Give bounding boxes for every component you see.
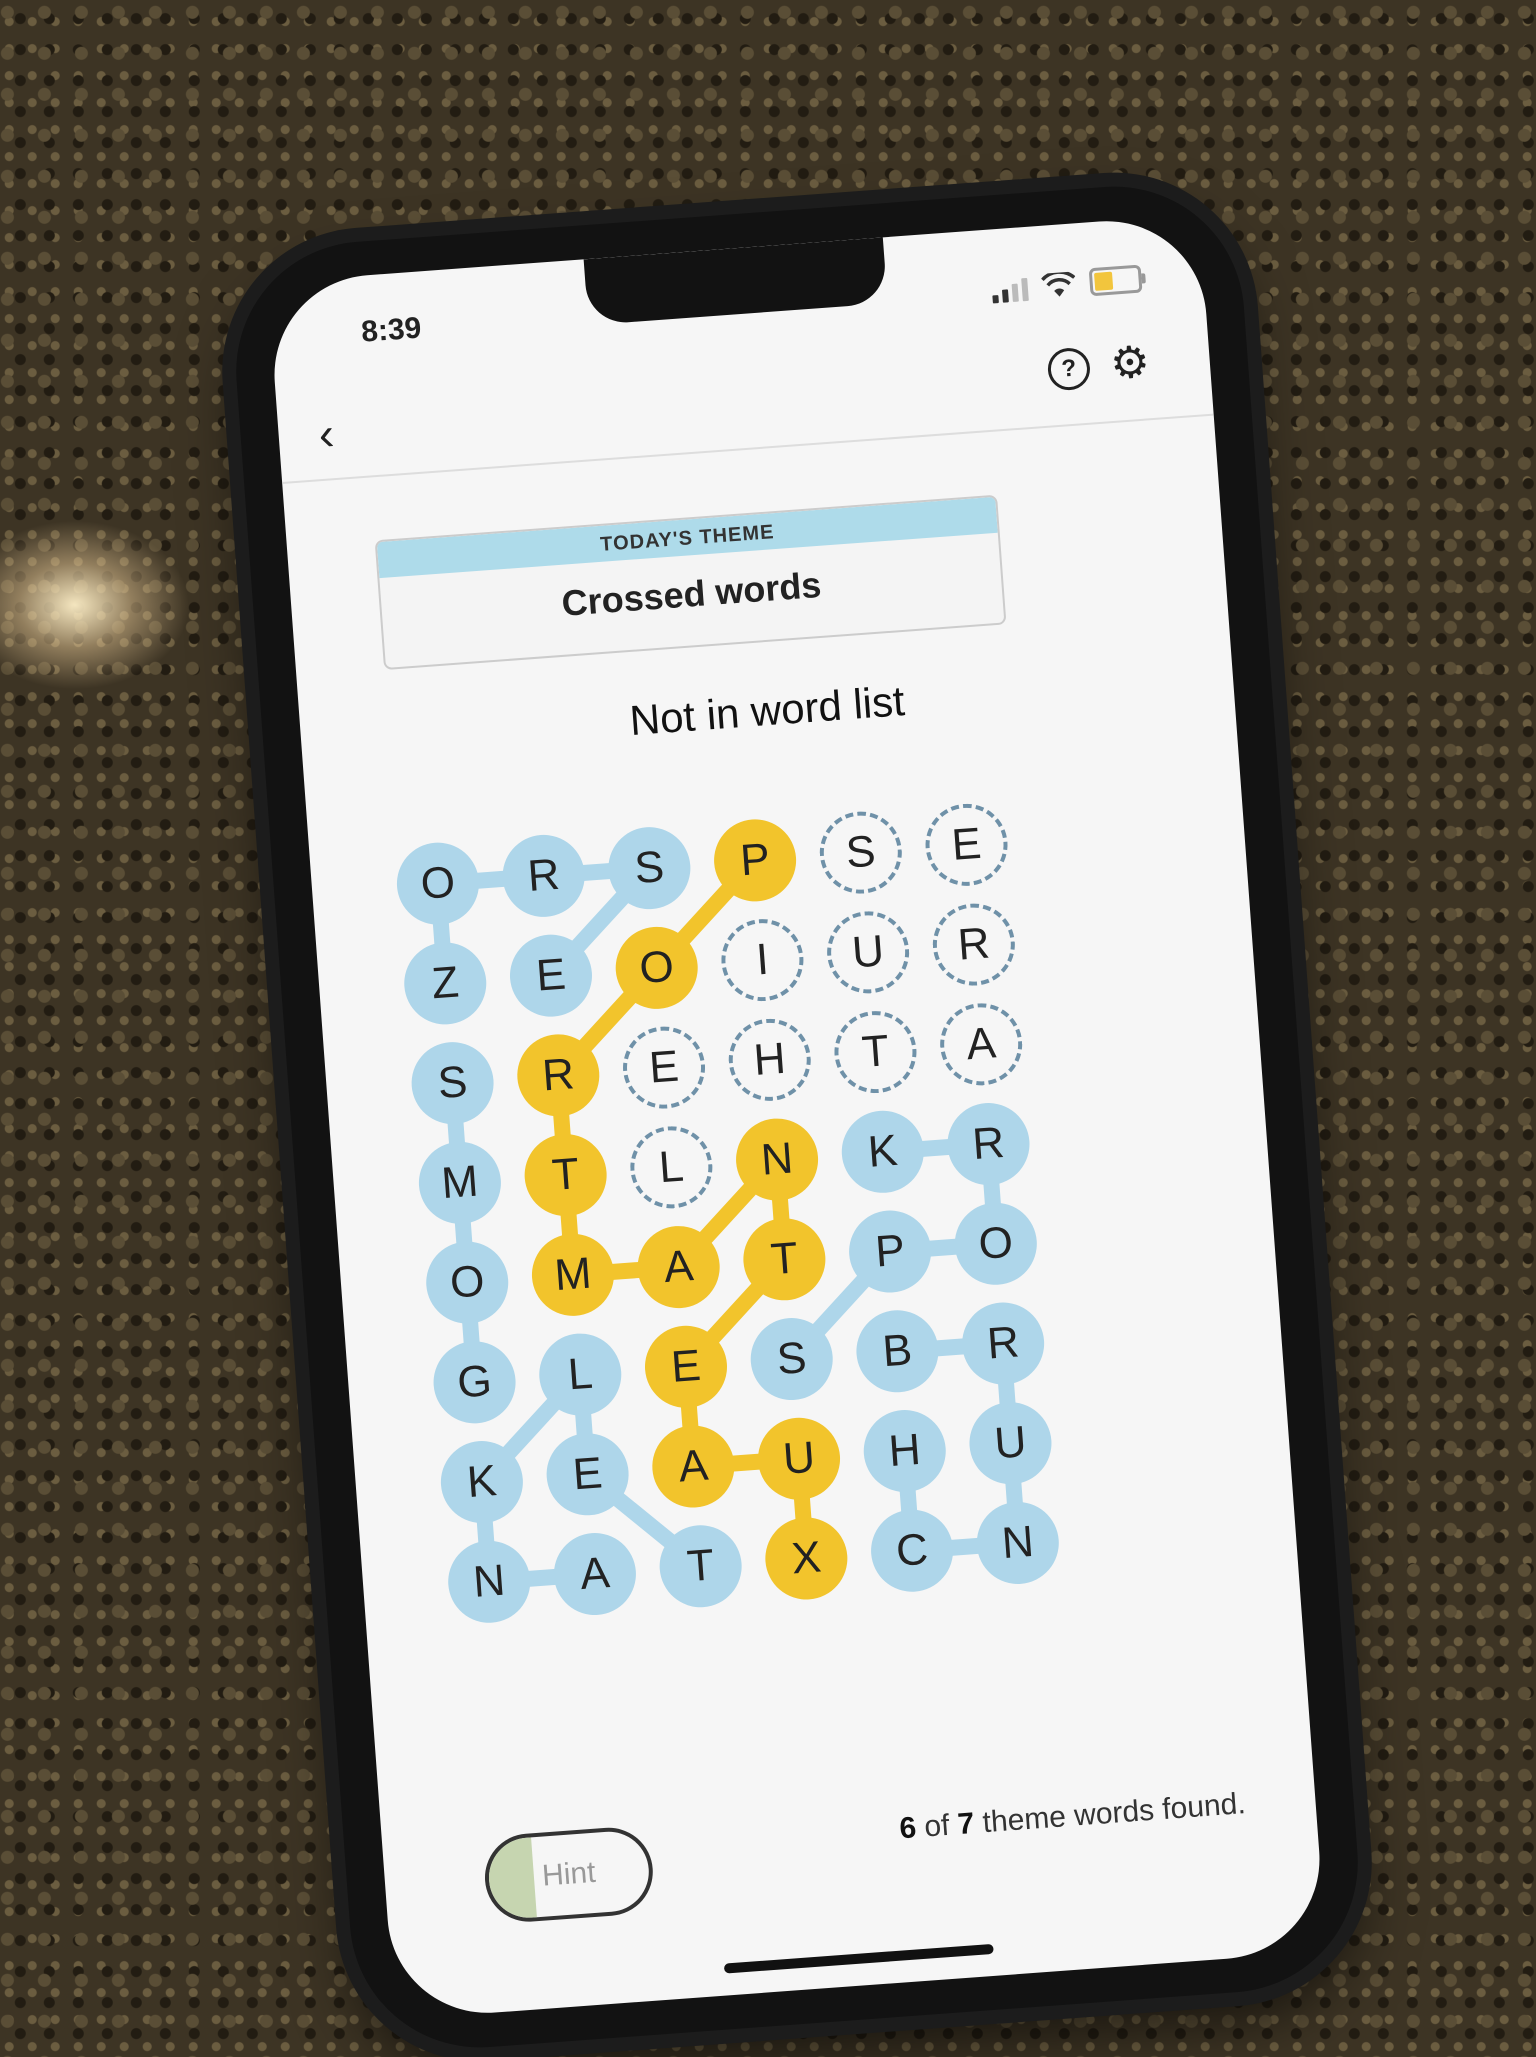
- back-chevron-icon[interactable]: ‹: [317, 406, 336, 461]
- nav-bar: ‹ ? ⚙: [275, 323, 1214, 484]
- hint-button[interactable]: Hint: [481, 1824, 656, 1925]
- signal-icon: [991, 277, 1029, 304]
- found-text: theme words found.: [981, 1787, 1247, 1840]
- found-word-path: [444, 1075, 483, 1391]
- theme-box: TODAY'S THEME Crossed words: [374, 494, 1007, 671]
- found-counter: 6 of 7 theme words found.: [898, 1787, 1247, 1846]
- found-count: 6: [898, 1811, 918, 1846]
- gear-icon[interactable]: ⚙: [1108, 336, 1151, 390]
- status-icons: [990, 259, 1143, 304]
- notch: [583, 237, 888, 326]
- status-message: Not in word list: [628, 677, 907, 745]
- letter-board[interactable]: ORSPSEZEOIURSREHTAMTLNKROMATPOGLESBRKEAU…: [386, 787, 1106, 1673]
- hint-label: Hint: [541, 1855, 597, 1893]
- phone: 8:39 ‹ ? ⚙ TODAY'S THEME Crossed words N…: [227, 177, 1367, 2057]
- help-icon[interactable]: ?: [1046, 346, 1092, 392]
- wifi-icon: [1041, 271, 1076, 297]
- footer: Hint 6 of 7 theme words found.: [381, 1762, 1321, 1940]
- status-time: 8:39: [360, 311, 423, 349]
- phone-screen: 8:39 ‹ ? ⚙ TODAY'S THEME Crossed words N…: [267, 214, 1327, 2020]
- home-indicator: [723, 1943, 994, 1974]
- battery-icon: [1088, 264, 1143, 297]
- total-count: 7: [956, 1806, 976, 1842]
